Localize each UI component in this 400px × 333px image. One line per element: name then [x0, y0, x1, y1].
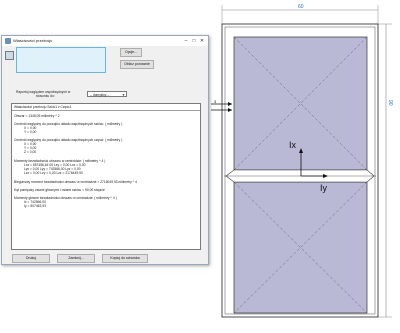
result-line: Kąt pomiędzy osiami głównymi i osiami sz… — [14, 188, 105, 192]
close-icon[interactable]: ✕ — [198, 37, 206, 45]
result-line: Biegunowy moment bezwładności obszaru w … — [14, 180, 137, 184]
minimize-icon[interactable]: – — [182, 37, 190, 45]
dialog-title: Właściwości przekroju — [13, 38, 53, 43]
print-button[interactable]: Drukuj — [12, 254, 50, 263]
result-line: Iy = 507463,93 — [24, 204, 46, 208]
dialog-titlebar[interactable]: Właściwości przekroju – □ ✕ — [2, 36, 208, 46]
label-iy: Iy — [320, 183, 328, 193]
combo-value: -- domyślny -- — [90, 93, 110, 97]
copy-to-clipboard-button[interactable]: Kopiuj do schowka — [102, 254, 148, 263]
result-line: Właściwości przekroju Szkic1 z Część1 — [14, 105, 72, 109]
result-line: Lzx = 0,00 Lzy = 0,00 Lzz = 2176449,93 — [24, 171, 83, 175]
maximize-icon[interactable]: □ — [190, 37, 198, 45]
report-label-line2: stosunku do: — [36, 94, 55, 98]
app-icon — [5, 38, 11, 44]
label-ix: Ix — [289, 140, 297, 150]
dim-right-label: 90 — [387, 100, 393, 106]
results-panel[interactable]: Właściwości przekroju Szkic1 z Część1 Ob… — [11, 103, 201, 250]
result-line: Obszar = 1348,09 milimetry ^ 2 — [14, 114, 60, 118]
result-line: Y = 0,00 — [24, 130, 37, 134]
close-button[interactable]: Zamknij... — [57, 254, 95, 263]
options-button[interactable]: Opcje... — [120, 48, 142, 57]
selection-icon — [5, 51, 14, 60]
selection-box[interactable] — [16, 47, 106, 73]
section-properties-dialog: Właściwości przekroju – □ ✕ Opcje... Obl… — [1, 35, 209, 265]
recalculate-button[interactable]: Oblicz ponownie — [120, 60, 154, 69]
left-marker-label: 3 — [214, 99, 217, 104]
coordinate-system-select[interactable]: -- domyślny -- ▼ — [87, 91, 127, 97]
dim-top-label: 60 — [298, 4, 304, 10]
result-line: Z = 0,00 — [24, 150, 37, 154]
chevron-down-icon: ▼ — [122, 93, 125, 97]
